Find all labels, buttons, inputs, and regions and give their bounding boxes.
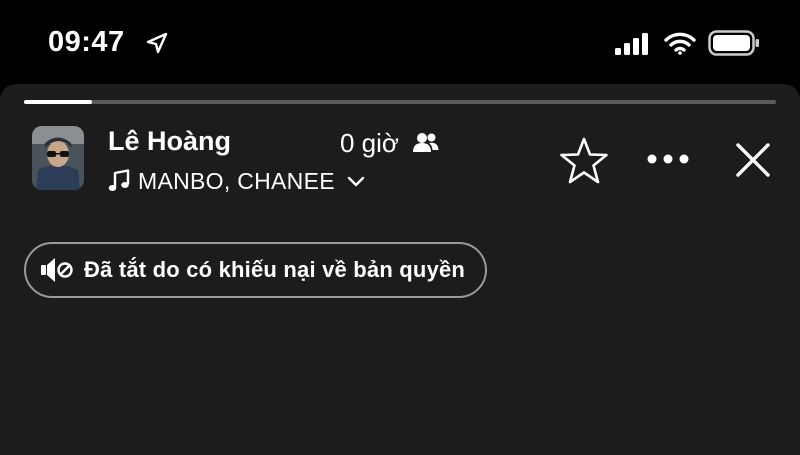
status-bar: 09:47 (0, 0, 800, 84)
story-progress-fill (24, 100, 92, 104)
music-attribution[interactable]: MANBO, CHANEE (108, 166, 365, 196)
avatar[interactable] (32, 126, 84, 190)
notice-text: Đã tắt do có khiếu nại về bản quyền (84, 257, 466, 282)
star-icon[interactable] (558, 136, 610, 186)
wifi-icon (664, 32, 696, 55)
post-time: 0 giờ (340, 128, 399, 158)
chevron-down-icon (347, 176, 365, 187)
author-name[interactable]: Lê Hoàng (108, 126, 231, 157)
location-arrow-icon (146, 32, 168, 54)
music-note-icon (108, 169, 130, 191)
signal-icon (615, 33, 648, 55)
story-progress-bar (24, 100, 776, 104)
battery-icon (708, 30, 759, 56)
more-icon[interactable] (645, 148, 691, 170)
story-viewer: Lê Hoàng 0 giờ MANBO, CHANEE Đã tắt do c… (0, 84, 800, 455)
song-title: MANBO, CHANEE (138, 167, 335, 194)
copyright-muted-notice[interactable]: Đã tắt do có khiếu nại về bản quyền (24, 242, 488, 298)
status-time: 09:47 (48, 26, 125, 58)
close-icon[interactable] (733, 140, 773, 180)
muted-speaker-icon (41, 258, 73, 282)
friends-icon (413, 133, 439, 152)
